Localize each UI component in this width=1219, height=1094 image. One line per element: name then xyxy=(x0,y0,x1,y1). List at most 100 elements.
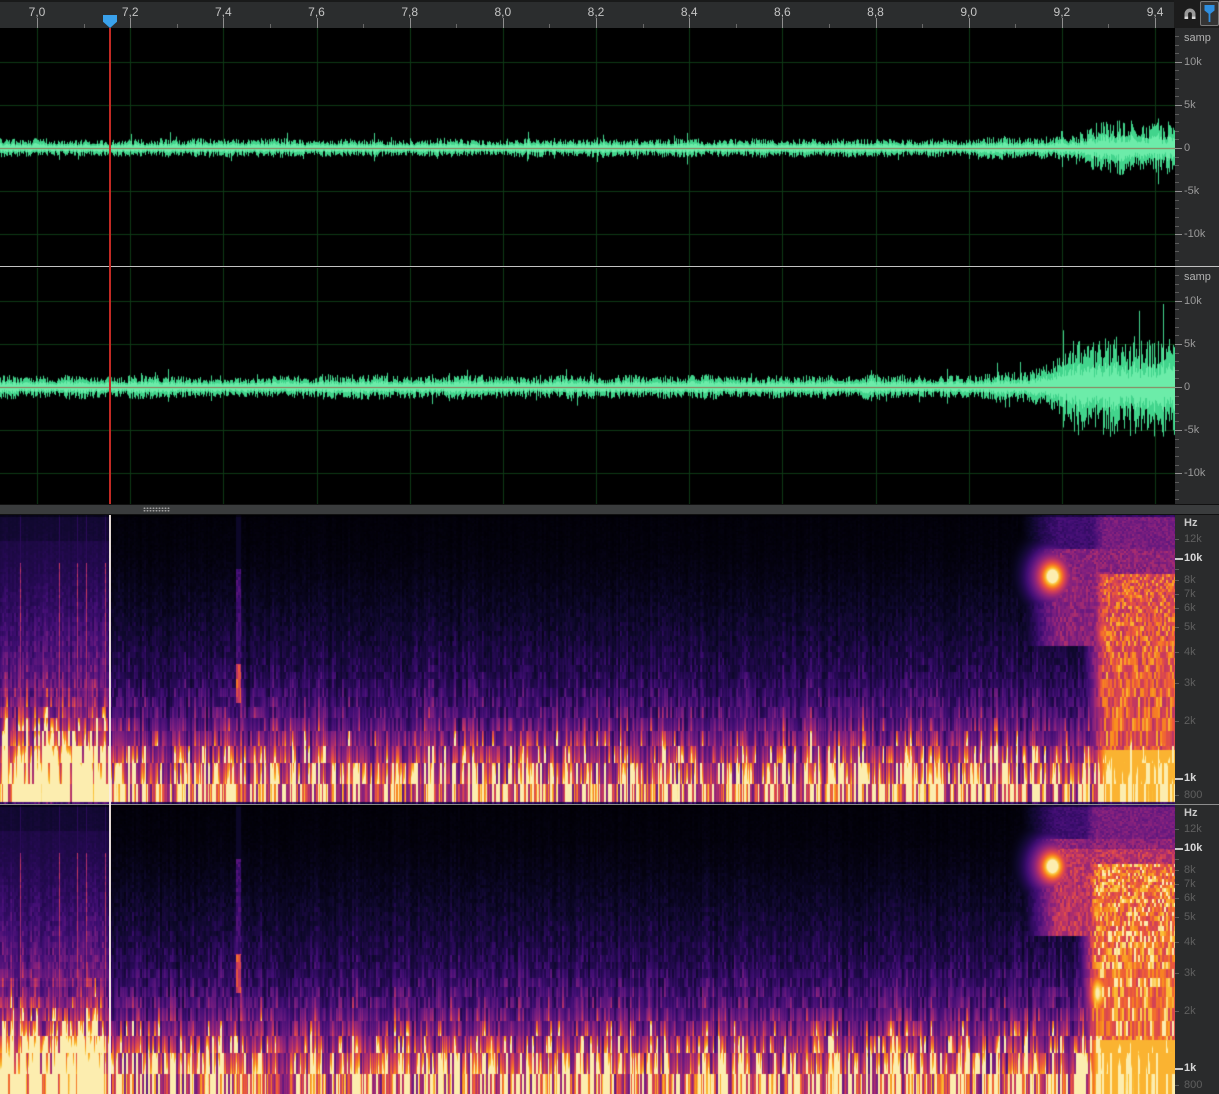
amplitude-tick xyxy=(1175,251,1179,252)
amplitude-tick xyxy=(1175,301,1182,302)
amplitude-tick xyxy=(1175,465,1179,466)
frequency-tick xyxy=(1175,942,1179,943)
amplitude-tick xyxy=(1175,157,1179,158)
amplitude-tick xyxy=(1175,208,1179,209)
timeline-label: 8,8 xyxy=(867,5,884,19)
amplitude-tick xyxy=(1175,45,1179,46)
amplitude-tick xyxy=(1175,226,1179,227)
frequency-label: 5k xyxy=(1184,911,1196,923)
frequency-label: 2k xyxy=(1184,1005,1196,1017)
amplitude-tick xyxy=(1175,191,1182,192)
frequency-label: 7k xyxy=(1184,588,1196,600)
amplitude-tick xyxy=(1175,243,1179,244)
playhead-line-waveform xyxy=(109,28,111,504)
amplitude-tick xyxy=(1175,309,1179,310)
frequency-label: 2k xyxy=(1184,715,1196,727)
amplitude-unit-label: samp xyxy=(1184,32,1211,44)
timeline-label: 7,2 xyxy=(122,5,139,19)
amplitude-tick xyxy=(1175,105,1182,106)
frequency-label: 5k xyxy=(1184,621,1196,633)
amplitude-tick xyxy=(1175,139,1179,140)
amplitude-tick xyxy=(1175,148,1182,149)
amplitude-label: 0 xyxy=(1184,381,1190,393)
amplitude-label: 10k xyxy=(1184,295,1202,307)
amplitude-unit-label: samp xyxy=(1184,271,1211,283)
amplitude-tick xyxy=(1175,62,1182,63)
timeline-label: 7,8 xyxy=(401,5,418,19)
frequency-label: 6k xyxy=(1184,602,1196,614)
amplitude-tick xyxy=(1175,88,1179,89)
frequency-tick xyxy=(1175,1085,1179,1086)
frequency-unit-label: Hz xyxy=(1184,517,1197,529)
amplitude-tick xyxy=(1175,456,1179,457)
amplitude-tick xyxy=(1175,404,1179,405)
amplitude-tick xyxy=(1175,200,1179,201)
amplitude-tick xyxy=(1175,275,1179,276)
timeline-label: 9,2 xyxy=(1054,5,1071,19)
waveform-channel-1[interactable] xyxy=(0,28,1175,266)
frequency-tick xyxy=(1175,539,1179,540)
amplitude-tick xyxy=(1175,327,1179,328)
panel-splitter[interactable] xyxy=(0,504,1219,515)
amplitude-tick xyxy=(1175,361,1179,362)
waveform-channel-separator xyxy=(0,266,1219,267)
timeline-label: 7,4 xyxy=(215,5,232,19)
frequency-label: 1k xyxy=(1184,772,1196,784)
amplitude-tick xyxy=(1175,174,1179,175)
spectrogram-channel-2[interactable] xyxy=(0,805,1175,1094)
amplitude-tick xyxy=(1175,335,1179,336)
frequency-label: 3k xyxy=(1184,677,1196,689)
timeline-label: 8,6 xyxy=(774,5,791,19)
amplitude-tick xyxy=(1175,421,1179,422)
amplitude-scale-channel-1[interactable]: samp -10k-5k05k10k xyxy=(1175,28,1219,266)
frequency-tick xyxy=(1175,870,1179,871)
frequency-tick xyxy=(1175,778,1183,780)
amplitude-tick xyxy=(1175,217,1179,218)
frequency-unit-label: Hz xyxy=(1184,807,1197,819)
amplitude-tick xyxy=(1175,182,1179,183)
waveform-channel-2[interactable] xyxy=(0,268,1175,504)
frequency-tick xyxy=(1175,594,1179,595)
frequency-label: 12k xyxy=(1184,823,1202,835)
playhead-pin-icon xyxy=(1202,3,1217,24)
timeline-label: 9,4 xyxy=(1147,5,1164,19)
timeline-label: 8,2 xyxy=(588,5,605,19)
frequency-tick xyxy=(1175,580,1179,581)
amplitude-tick xyxy=(1175,413,1179,414)
frequency-tick xyxy=(1175,884,1179,885)
spectrogram-channel-separator xyxy=(0,804,1219,805)
frequency-tick xyxy=(1175,608,1179,609)
amplitude-tick xyxy=(1175,387,1182,388)
spectrogram-channel-1[interactable] xyxy=(0,515,1175,804)
amplitude-scale-channel-2[interactable]: samp -10k-5k05k10k xyxy=(1175,268,1219,504)
frequency-label: 4k xyxy=(1184,646,1196,658)
amplitude-tick xyxy=(1175,353,1179,354)
timeline-ruler[interactable]: 7,07,27,47,67,88,08,28,48,68,89,09,29,4 xyxy=(0,0,1174,28)
amplitude-label: -10k xyxy=(1184,467,1205,479)
timeline-label: 7,0 xyxy=(29,5,46,19)
frequency-tick xyxy=(1175,898,1179,899)
amplitude-tick xyxy=(1175,378,1179,379)
frequency-tick xyxy=(1175,795,1179,796)
amplitude-tick xyxy=(1175,96,1179,97)
frequency-label: 800 xyxy=(1184,1079,1202,1091)
amplitude-label: -10k xyxy=(1184,228,1205,240)
frequency-tick xyxy=(1175,859,1179,860)
frequency-scale-channel-1[interactable]: Hz 12k10k8k7k6k5k4k3k2k1k800 xyxy=(1175,515,1219,804)
splitter-handle[interactable] xyxy=(143,507,170,512)
frequency-label: 800 xyxy=(1184,789,1202,801)
amplitude-tick xyxy=(1175,430,1182,431)
playhead-pin-button[interactable] xyxy=(1200,1,1219,26)
timeline-label: 8,4 xyxy=(681,5,698,19)
snap-magnet-icon[interactable] xyxy=(1181,4,1199,24)
amplitude-label: 10k xyxy=(1184,56,1202,68)
frequency-label: 8k xyxy=(1184,864,1196,876)
frequency-label: 12k xyxy=(1184,533,1202,545)
frequency-scale-channel-2[interactable]: Hz 12k10k8k7k6k5k4k3k2k1k800 xyxy=(1175,805,1219,1094)
amplitude-tick xyxy=(1175,439,1179,440)
frequency-label: 10k xyxy=(1184,552,1202,564)
amplitude-tick xyxy=(1175,114,1179,115)
amplitude-tick xyxy=(1175,318,1179,319)
frequency-tick xyxy=(1175,1068,1183,1070)
amplitude-tick xyxy=(1175,482,1179,483)
